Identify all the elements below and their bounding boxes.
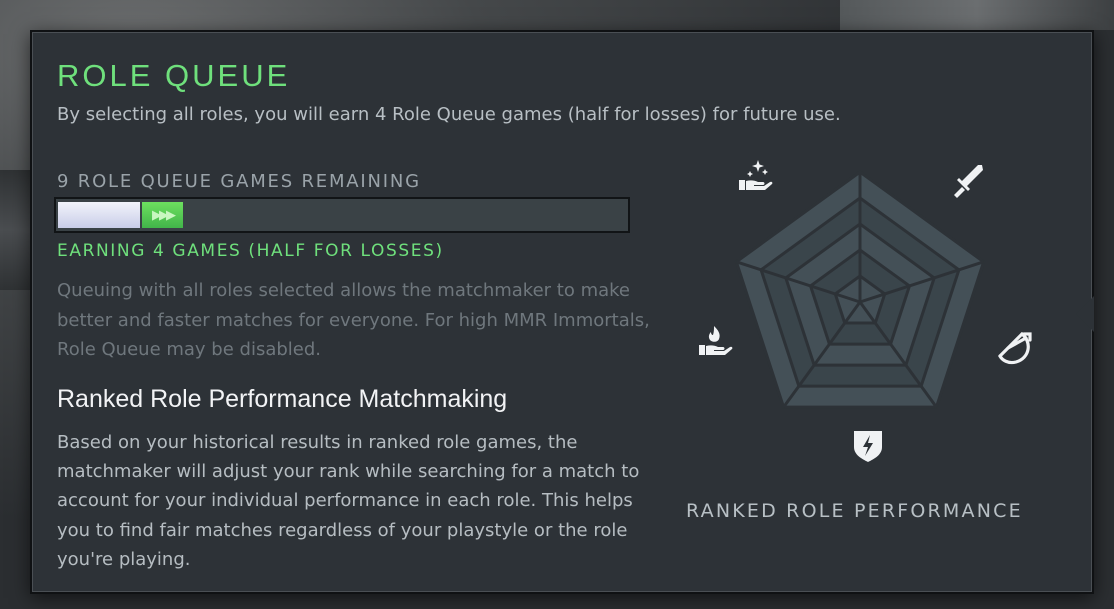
panel-subtitle: By selecting all roles, you will earn 4 …	[57, 104, 841, 125]
background-detail	[840, 0, 1114, 30]
ranked-section-body: Based on your historical results in rank…	[57, 432, 640, 570]
role-queue-description: Queuing with all roles selected allows t…	[57, 280, 650, 360]
panel-title: ROLE QUEUE	[57, 58, 291, 93]
background-detail	[0, 170, 30, 290]
hard-support-icon	[739, 160, 773, 190]
progress-earning-fill: ▶▶▶	[142, 202, 183, 228]
earning-games-label: EARNING 4 GAMES (HALF FOR LOSSES)	[57, 241, 444, 261]
soft-support-icon	[699, 326, 733, 355]
tooltip-pointer	[1076, 296, 1094, 332]
carry-icon	[954, 165, 983, 198]
earning-arrows-icon: ▶▶▶	[152, 207, 176, 223]
games-remaining-label: 9 ROLE QUEUE GAMES REMAINING	[57, 171, 421, 192]
role-queue-progress-bar: ▶▶▶	[54, 197, 630, 233]
mid-icon	[854, 431, 882, 462]
ranked-section-heading: Ranked Role Performance Matchmaking	[57, 385, 508, 413]
progress-current-fill	[58, 202, 140, 228]
offlane-icon	[998, 332, 1032, 365]
radar-chart-label: RANKED ROLE PERFORMANCE	[686, 500, 1023, 522]
